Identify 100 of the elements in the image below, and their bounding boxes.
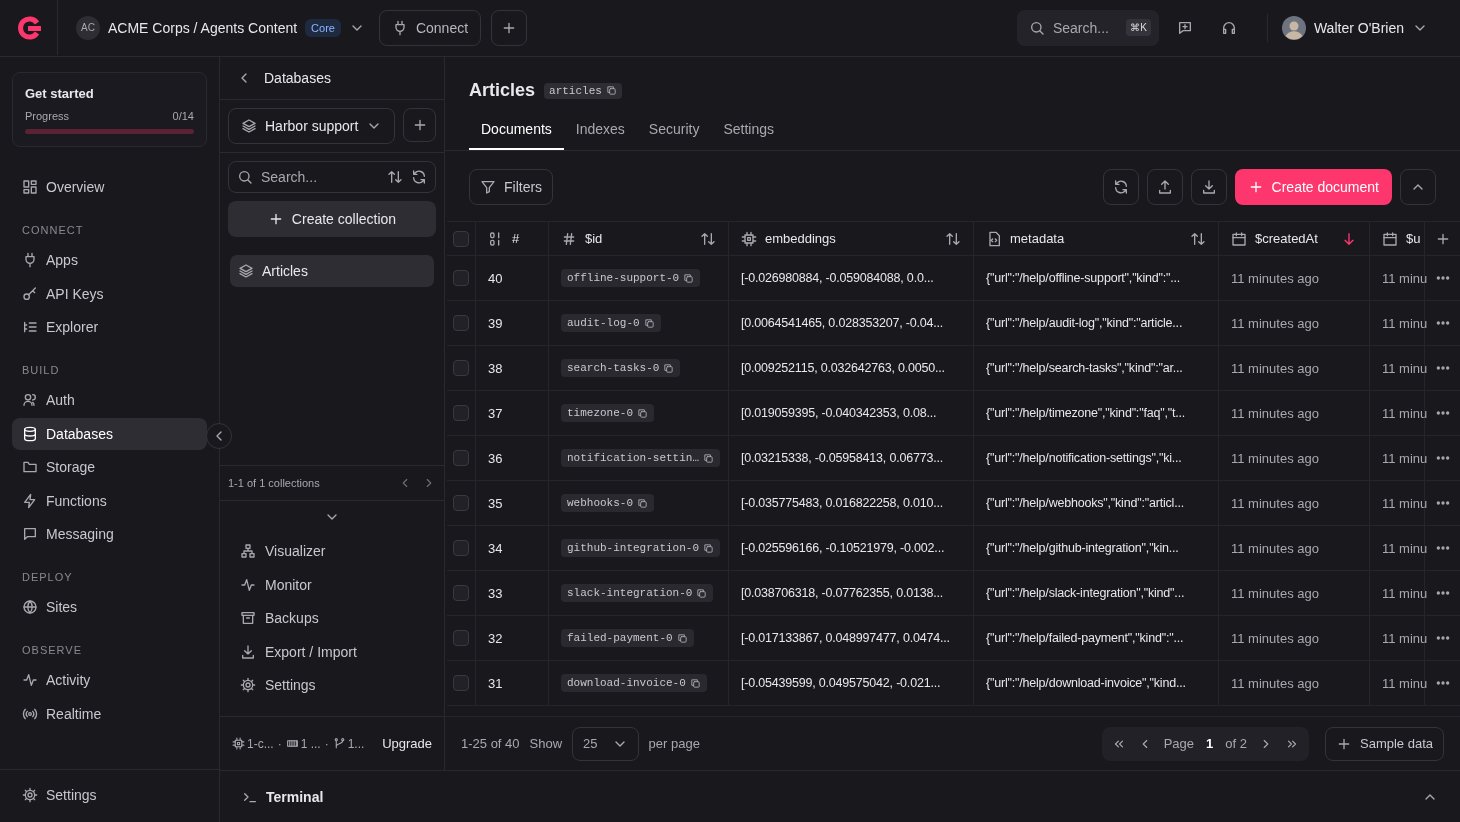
search-field[interactable]: Search... [228,161,436,193]
copy-icon [689,677,701,689]
column-header[interactable]: $u [1370,221,1425,256]
sample-data-button[interactable]: Sample data [1325,726,1444,761]
table-cell: {"url":"/help/download-invoice","kind... [974,661,1219,706]
column-header[interactable]: metadata [974,221,1219,256]
tool-item[interactable]: Monitor [220,568,444,602]
show-label: Show [529,736,563,751]
upload-button[interactable] [1146,169,1183,205]
nav-item[interactable]: Apps [12,244,207,276]
tool-item[interactable]: Visualizer [220,534,444,568]
checkbox[interactable] [453,405,469,421]
table-cell: 39 [476,301,549,346]
collapse-button[interactable] [206,423,232,449]
id-badge[interactable]: offline-support-0 [561,269,701,287]
nav-item[interactable]: Auth [12,384,207,416]
checkbox[interactable] [453,315,469,331]
get-started-card[interactable]: Get started Progress 0/14 [12,72,207,147]
nav-item[interactable]: Activity [12,664,207,696]
id-badge[interactable]: download-invoice-0 [561,674,707,692]
download-icon [1200,179,1217,195]
column-header[interactable]: embeddings [729,221,974,256]
nav-item[interactable]: Realtime [12,697,207,730]
checkbox[interactable] [453,585,469,601]
collection-item[interactable]: Articles [230,255,434,287]
nav-item[interactable]: Overview [12,171,207,203]
settings-icon [240,677,256,694]
checkbox[interactable] [453,360,469,376]
checkbox[interactable] [453,540,469,556]
id-badge[interactable]: audit-log-0 [561,314,661,332]
add-database-button[interactable] [403,108,436,142]
user-avatar[interactable] [1281,15,1306,40]
checkbox[interactable] [453,270,469,286]
table-cell: 11 minu [1370,256,1425,301]
tab[interactable]: Indexes [563,121,637,150]
filters-button[interactable]: Filters [469,169,554,205]
download-button[interactable] [1190,169,1227,205]
database-select[interactable]: Harbor support [228,108,396,144]
id-badge[interactable]: timezone-0 [561,404,654,422]
key-icon [22,285,38,302]
settings-icon [22,787,38,804]
create-collection-button[interactable]: Create collection [228,201,436,237]
id-badge[interactable]: notification-settin… [561,449,721,467]
message-icon [22,526,38,542]
tool-item[interactable]: Export / Import [220,635,444,669]
column-header[interactable]: # [476,221,549,256]
project-name[interactable]: ACME Corps / Agents Content [108,19,298,36]
table-cell: {"url":"/help/audit-log","kind":"article... [974,301,1219,346]
tab[interactable]: Documents [469,121,564,150]
upgrade-link[interactable]: Upgrade [382,736,432,751]
nav-item[interactable]: Functions [12,484,207,517]
checkbox[interactable] [453,675,469,691]
nav-item[interactable]: Sites [12,591,207,623]
tab[interactable]: Settings [711,121,787,150]
user-name[interactable]: Walter O'Brien [1313,19,1404,36]
chip-icon [741,230,757,247]
nav-item[interactable]: Storage [12,451,207,483]
tab[interactable]: Security [636,121,712,150]
id-badge[interactable]: github-integration-0 [561,539,721,557]
table-cell: {"url":"/help/search-tasks","kind":"ar... [974,346,1219,391]
table-cell: {"url":"/help/github-integration","kin... [974,526,1219,571]
connect-button[interactable]: Connect [378,9,482,46]
tool-item[interactable]: Settings [220,668,444,702]
table-cell: 11 minutes ago [1219,301,1370,346]
usage-value: 1-c... [247,736,274,751]
refresh-button[interactable] [1102,169,1139,205]
checkbox[interactable] [453,230,469,247]
globe-icon [22,599,38,615]
per-page-select[interactable]: 25 [572,726,639,761]
nav-item[interactable]: Messaging [12,518,207,550]
terminal-label[interactable]: Terminal [266,789,324,805]
id-badge[interactable]: webhooks-0 [561,494,654,512]
checkbox[interactable] [453,450,469,466]
refresh-icon [1112,179,1129,195]
table-cell: [0.009252115, 0.032642763, 0.0050... [729,346,974,391]
hash-icon [561,230,577,247]
column-header[interactable]: $id [549,221,729,256]
plan-badge: Core [305,18,341,37]
table-cell: 11 minu [1370,436,1425,481]
create-document-button[interactable]: Create document [1234,169,1392,205]
table-cell: {"url":"/help/failed-payment","kind":"... [974,616,1219,661]
checkbox[interactable] [453,495,469,511]
search-field[interactable]: Search... ⌘K [1016,9,1159,46]
logo[interactable] [15,14,42,41]
archive-icon [240,610,256,627]
branch-icon [332,737,346,750]
chat-plus-icon [1176,19,1193,36]
id-badge[interactable]: search-tasks-0 [561,359,681,377]
nav-item[interactable]: Databases [12,417,207,450]
nav-item[interactable]: Explorer [12,311,207,343]
nav-item[interactable]: API Keys [12,277,207,310]
nav-item[interactable]: Settings [12,779,207,812]
tool-item[interactable]: Backups [220,601,444,635]
column-header[interactable]: $createdAt [1219,221,1370,256]
id-badge[interactable]: articles [544,82,622,99]
add-column-button[interactable] [1425,221,1460,256]
add-button[interactable] [491,9,528,46]
checkbox[interactable] [453,630,469,646]
id-badge[interactable]: slack-integration-0 [561,584,714,602]
id-badge[interactable]: failed-payment-0 [561,629,694,647]
